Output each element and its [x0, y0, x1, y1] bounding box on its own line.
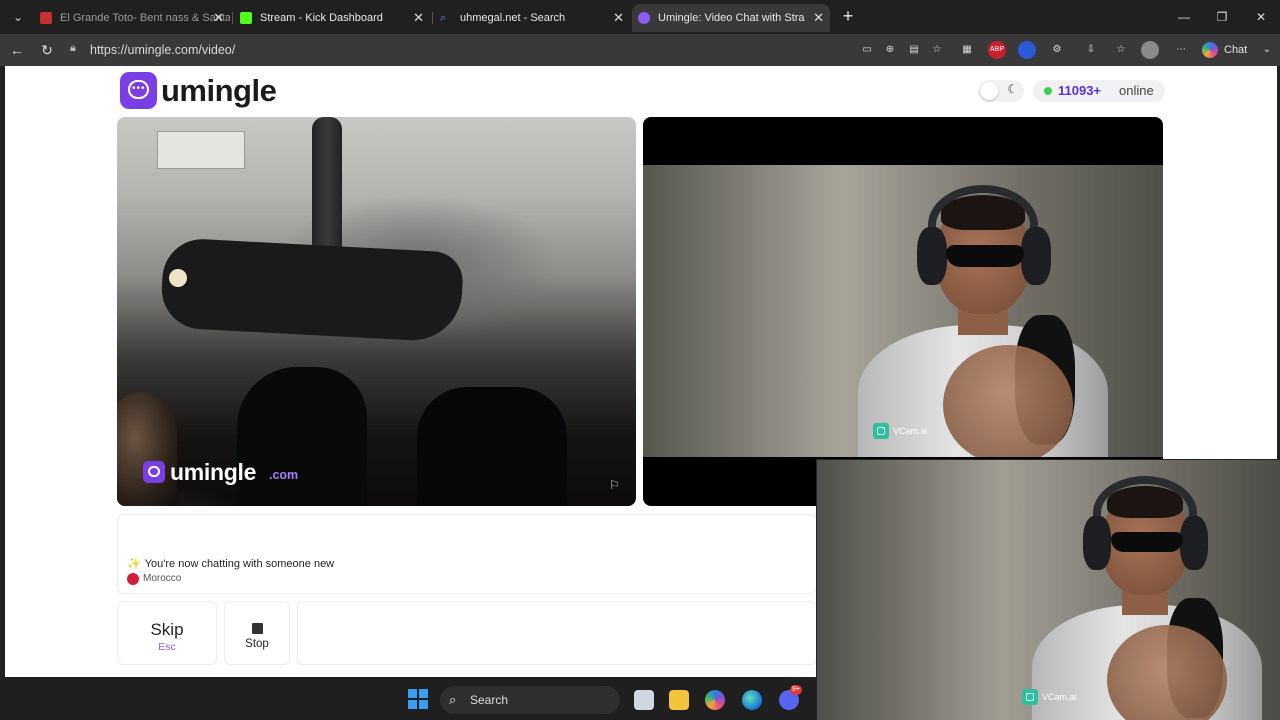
tab-title: Stream - Kick Dashboard [260, 12, 383, 24]
own-video-frame: VCam.ai [643, 165, 1163, 457]
profile-avatar[interactable] [1141, 41, 1159, 59]
file-explorer-icon[interactable] [669, 690, 689, 710]
moon-icon: ☾ [1007, 82, 1018, 96]
new-tab-button[interactable]: + [838, 6, 858, 26]
search-icon: ⌕ [449, 692, 457, 707]
reading-view-icon[interactable]: ▤ [905, 41, 923, 59]
stop-button[interactable]: Stop [224, 601, 290, 665]
taskbar-search-label: Search [470, 693, 509, 707]
vcam-icon [873, 423, 889, 439]
downloads-icon[interactable]: ⇩ [1082, 41, 1100, 59]
own-person [833, 175, 1133, 457]
site-info-icon[interactable]: 🔒︎ [70, 42, 76, 55]
refresh-icon[interactable]: ↻ [37, 40, 57, 60]
system-message: ✨ You're now chatting with someone new [127, 557, 334, 570]
online-status-dot [1044, 87, 1052, 95]
close-tab-icon[interactable]: ✕ [413, 4, 424, 32]
vcam-icon [1022, 689, 1038, 705]
tab-separator [432, 12, 433, 24]
country-name: Morocco [143, 573, 182, 584]
dome-light [169, 269, 187, 287]
tab-title: uhmegal.net - Search [460, 12, 566, 24]
close-tab-icon[interactable]: ✕ [613, 4, 624, 32]
address-bar[interactable]: https://umingle.com/video/ [90, 43, 235, 57]
edge-browser-icon[interactable] [742, 690, 762, 710]
tab-title: El Grande Toto- Bent nass & Santa [60, 12, 230, 24]
discord-badge: 9+ [790, 685, 802, 695]
skip-button[interactable]: Skip Esc [117, 601, 217, 665]
qr-extension-icon[interactable]: ▦ [958, 41, 976, 59]
tab-separator [232, 12, 233, 24]
adblock-icon[interactable]: ABP [988, 41, 1006, 59]
online-label: online [1119, 83, 1154, 98]
report-flag-icon[interactable]: ⚐ [609, 478, 623, 492]
stranger-video: umingle .com ⚐ [117, 117, 636, 506]
taskbar-search[interactable]: ⌕ Search [440, 686, 620, 714]
search-icon: ⌕ [440, 12, 447, 24]
logo-wordmark: umingle [161, 73, 277, 108]
collections-icon[interactable]: ☆ [1112, 41, 1130, 59]
skip-shortcut-hint: Esc [158, 641, 176, 653]
umingle-icon [638, 12, 650, 24]
close-tab-icon[interactable]: ✕ [813, 4, 824, 32]
close-window-icon[interactable]: ✕ [1251, 8, 1271, 26]
kick-icon [240, 12, 252, 24]
car-seat [417, 387, 567, 506]
youtube-icon [40, 12, 52, 24]
watermark-logo-icon [143, 461, 165, 483]
toggle-knob [980, 82, 998, 100]
webcam-overlay: VCam.ai [816, 459, 1280, 720]
online-counter: 11093+ online [1033, 80, 1165, 102]
webcam-person [1017, 470, 1277, 720]
umingle-logo-icon: ••• [120, 72, 157, 109]
car-seat [237, 367, 367, 506]
close-tab-icon[interactable]: ✕ [213, 4, 224, 32]
windows-start-icon[interactable] [408, 689, 428, 709]
vcam-watermark: VCam.ai [1022, 689, 1077, 705]
watermark-name: umingle [170, 459, 257, 485]
minimize-icon[interactable]: — [1174, 8, 1194, 26]
camera-icon[interactable]: ▭ [858, 41, 876, 59]
vcam-watermark: VCam.ai [873, 423, 928, 439]
copilot-icon [1202, 42, 1218, 58]
vcam-label: VCam.ai [1042, 692, 1077, 702]
tab-uhmegal-search[interactable]: ⌕ uhmegal.net - Search ✕ [434, 4, 630, 32]
watermark-tld: .com [269, 468, 299, 482]
stop-label: Stop [245, 638, 269, 650]
browser-tab-bar: ⌄ El Grande Toto- Bent nass & Santa ✕ St… [0, 0, 1280, 34]
morocco-flag-icon [127, 573, 139, 585]
message-input[interactable] [297, 601, 817, 665]
tab-actions-menu-icon[interactable]: ⌄ [8, 7, 28, 27]
chat-log [117, 514, 817, 594]
tab-umingle[interactable]: Umingle: Video Chat with Stra ✕ [632, 4, 830, 32]
extensions-icon[interactable]: ⚙ [1048, 41, 1066, 59]
copilot-icon[interactable] [705, 690, 725, 710]
copilot-chat-label: Chat [1224, 44, 1248, 56]
tab-kick-dashboard[interactable]: Stream - Kick Dashboard ✕ [234, 4, 430, 32]
skip-label: Skip [150, 620, 184, 639]
system-message-text: You're now chatting with someone new [144, 558, 335, 570]
restore-icon[interactable]: ❐ [1212, 8, 1232, 26]
tab-title: Umingle: Video Chat with Stra [658, 12, 805, 24]
discord-icon[interactable]: 9+ [779, 685, 802, 710]
rearview-mirror [159, 237, 465, 343]
task-view-icon[interactable] [634, 690, 654, 710]
copilot-chat-button[interactable]: Chat [1202, 40, 1247, 60]
vpn-extension-icon[interactable] [1018, 41, 1036, 59]
more-options-icon[interactable]: ⋯ [1172, 41, 1190, 59]
sparkle-icon: ✨ [127, 558, 141, 570]
back-icon[interactable]: ← [7, 40, 27, 60]
dark-mode-toggle[interactable]: ☾ [978, 80, 1024, 102]
online-count: 11093+ [1058, 83, 1102, 98]
tab-youtube[interactable]: El Grande Toto- Bent nass & Santa ✕ [34, 4, 230, 32]
zoom-icon[interactable]: ⊕ [881, 41, 899, 59]
stranger-country: Morocco [127, 572, 181, 586]
stop-icon [252, 623, 263, 634]
own-video: VCam.ai [643, 117, 1163, 506]
windshield-sticker [157, 131, 245, 169]
vcam-label: VCam.ai [893, 426, 928, 436]
favorite-star-icon[interactable]: ☆ [928, 41, 946, 59]
stranger-person [117, 392, 177, 506]
sidebar-chevron-icon[interactable]: ⌄ [1258, 41, 1276, 59]
